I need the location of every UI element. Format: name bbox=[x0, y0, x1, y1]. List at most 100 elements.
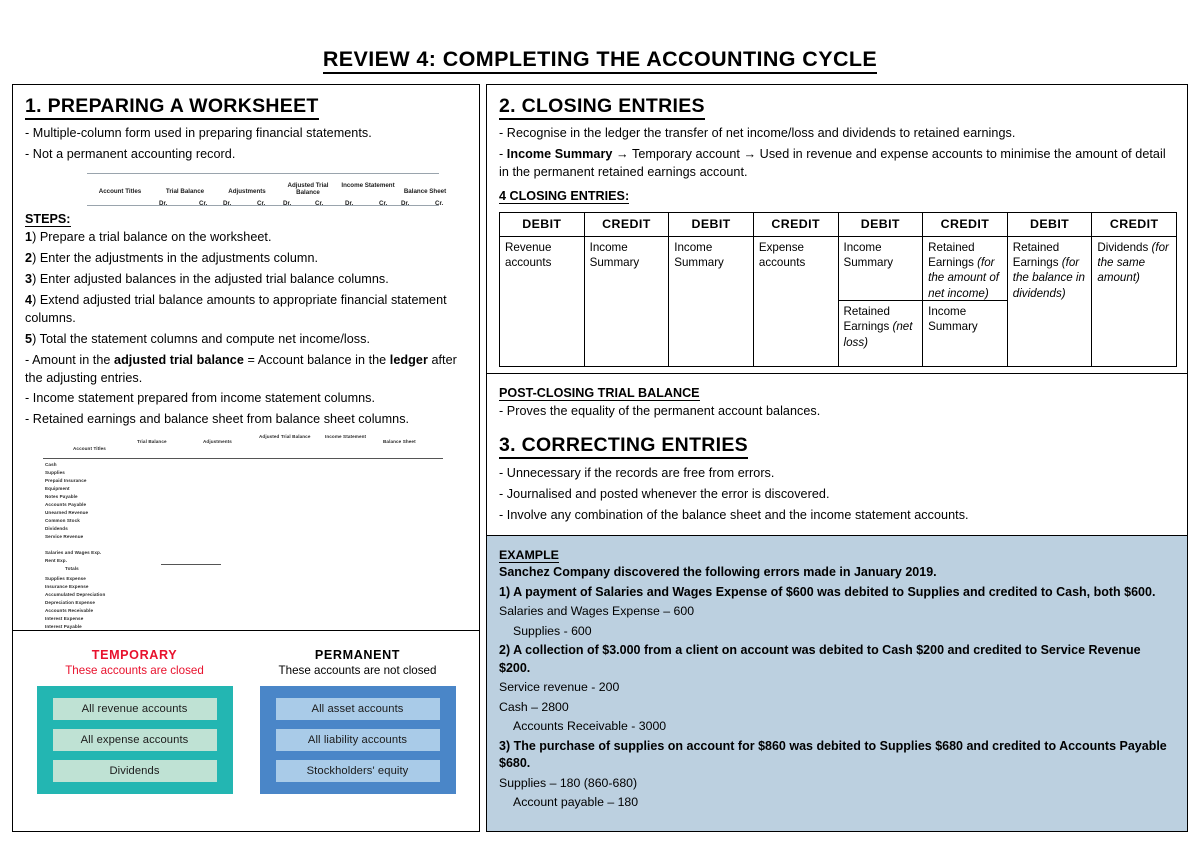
ws-fig-row: Dividends bbox=[45, 526, 68, 532]
cell-entry3-debit-net-loss: Retained Earnings (net loss) bbox=[843, 305, 913, 349]
table-header-row: DEBIT CREDIT DEBIT CREDIT DEBIT CREDIT D… bbox=[499, 212, 1177, 237]
col-header-debit-2: DEBIT bbox=[668, 212, 754, 237]
ws-fig-row: Notes Payable bbox=[45, 494, 78, 500]
ws-fig-row: Interest Payable bbox=[45, 624, 82, 630]
cell-entry2-credit: Expense accounts bbox=[752, 235, 839, 367]
example-intro: Sanchez Company discovered the following… bbox=[499, 565, 937, 580]
cell-entry4-debit: Retained Earnings (for the balance in di… bbox=[1006, 235, 1093, 367]
temporary-accounts-group: TEMPORARY These accounts are closed All … bbox=[36, 647, 233, 794]
ws-fig-row: Accumulated Depreciation bbox=[45, 592, 106, 598]
ws-dr-4: Dr. bbox=[345, 200, 354, 208]
ws-fig-row: Prepaid Insurance bbox=[45, 478, 87, 484]
ws-fig-row: Supplies Expense bbox=[45, 576, 86, 582]
step-5: 5) Total the statement columns and compu… bbox=[25, 331, 371, 346]
ws-fig-row: Depreciation Expense bbox=[45, 600, 95, 606]
ws-cr-4: Cr. bbox=[379, 200, 388, 208]
ws-group-trial-balance: Trial Balance bbox=[165, 188, 205, 196]
ws-group-balance-sheet: Balance Sheet bbox=[403, 188, 447, 196]
ws-fig-group-4: Income Statement bbox=[325, 434, 367, 440]
cell-entry3-credit-net-loss: Income Summary bbox=[928, 305, 978, 334]
post-closing-trial-balance-heading: POST-CLOSING TRIAL BALANCE bbox=[499, 385, 700, 401]
example-answer-line: Salaries and Wages Expense – 600 bbox=[499, 604, 695, 619]
section2-bullet-1: - Recognise in the ledger the transfer o… bbox=[499, 126, 1016, 141]
ws-fig-group-3: Adjusted Trial Balance bbox=[259, 434, 311, 440]
section3-bullet-1: - Unnecessary if the records are free fr… bbox=[499, 465, 775, 480]
step-4: 4) Extend adjusted trial balance amounts… bbox=[25, 293, 447, 325]
ws-cr-1: Cr. bbox=[199, 200, 208, 208]
ws-fig-row: Service Revenue bbox=[45, 534, 84, 540]
post-closing-trial-balance-text: - Proves the equality of the permanent a… bbox=[499, 403, 821, 418]
permanent-item-equity: Stockholders' equity bbox=[275, 760, 440, 782]
cell-entry4-credit: Dividends (for the same amount) bbox=[1091, 235, 1177, 367]
closing-entries-count-label: 4 CLOSING ENTRIES: bbox=[499, 189, 630, 205]
left-panel: 1. PREPARING A WORKSHEET - Multiple-colu… bbox=[12, 84, 480, 832]
example-box: EXAMPLE Sanchez Company discovered the f… bbox=[487, 536, 1187, 831]
section3-heading: 3. CORRECTING ENTRIES bbox=[499, 434, 748, 460]
ws-fig-row: Supplies bbox=[45, 470, 65, 476]
col-header-debit-4: DEBIT bbox=[1006, 212, 1093, 237]
temporary-item-expense: All expense accounts bbox=[52, 729, 217, 751]
ledger-note: - Amount in the adjusted trial balance =… bbox=[25, 352, 457, 385]
cell-entry2-debit: Income Summary bbox=[668, 235, 754, 367]
table-row: Revenue accounts Income Summary Income S… bbox=[499, 235, 1177, 367]
step-1: 1) Prepare a trial balance on the worksh… bbox=[25, 230, 272, 245]
correcting-entries-section: POST-CLOSING TRIAL BALANCE - Proves the … bbox=[487, 374, 1187, 537]
page-title: REVIEW 4: COMPLETING THE ACCOUNTING CYCL… bbox=[0, 0, 1200, 74]
col-header-credit-3: CREDIT bbox=[922, 212, 1008, 237]
section2-bullet-2: - Income Summary → Temporary account → U… bbox=[499, 147, 1166, 180]
ws-fig-row: Accounts Receivable bbox=[45, 608, 94, 614]
example-answer-line: Service revenue - 200 bbox=[499, 680, 620, 695]
example-answer-line: Cash – 2800 bbox=[499, 699, 569, 714]
cell-entry3-debit-net-income: Income Summary bbox=[838, 237, 923, 302]
section1-bullet-2: - Not a permanent accounting record. bbox=[25, 147, 236, 162]
section1-note-1: - Income statement prepared from income … bbox=[25, 391, 376, 406]
preparing-worksheet-section: 1. PREPARING A WORKSHEET - Multiple-colu… bbox=[13, 85, 479, 631]
ws-fig-row: Salaries and Wages Exp. bbox=[45, 550, 102, 556]
ws-fig-row: Rent Exp. bbox=[45, 558, 68, 564]
permanent-item-asset: All asset accounts bbox=[275, 698, 440, 720]
permanent-subtitle: These accounts are not closed bbox=[278, 664, 437, 678]
example-answer-line: Supplies – 180 (860-680) bbox=[499, 775, 638, 790]
step-2: 2) Enter the adjustments in the adjustme… bbox=[25, 251, 319, 266]
temporary-permanent-section: TEMPORARY These accounts are closed All … bbox=[13, 631, 479, 831]
cell-entry3-credit: Retained Earnings (for the amount of net… bbox=[922, 235, 1008, 367]
ws-cr-3: Cr. bbox=[315, 200, 324, 208]
cell-entry3-debit: Income Summary Retained Earnings (net lo… bbox=[837, 235, 924, 367]
temporary-item-revenue: All revenue accounts bbox=[52, 698, 217, 720]
permanent-item-liability: All liability accounts bbox=[275, 729, 440, 751]
temporary-item-dividends: Dividends bbox=[52, 760, 217, 782]
ws-cr-5: Cr. bbox=[435, 200, 444, 208]
ws-group-adjusted-trial-balance: Adjusted Trial Balance bbox=[287, 182, 329, 197]
ws-dr-2: Dr. bbox=[223, 200, 232, 208]
steps-label: STEPS: bbox=[25, 212, 71, 228]
section1-note-2: - Retained earnings and balance sheet fr… bbox=[25, 412, 410, 427]
ws-fig-row: Unearned Revenue bbox=[45, 510, 89, 516]
example-prompt-3: 3) The purchase of supplies on account f… bbox=[499, 738, 1167, 771]
ws-dr-5: Dr. bbox=[401, 200, 410, 208]
ws-fig-row: Interest Expense bbox=[45, 616, 84, 622]
section3-bullet-2: - Journalised and posted whenever the er… bbox=[499, 486, 830, 501]
ws-dr-3: Dr. bbox=[283, 200, 292, 208]
ws-fig-group-1: Trial Balance bbox=[137, 439, 167, 445]
col-header-debit-3: DEBIT bbox=[837, 212, 924, 237]
ws-fig-row: Insurance Expense bbox=[45, 584, 89, 590]
right-panel: 2. CLOSING ENTRIES - Recognise in the le… bbox=[486, 84, 1188, 832]
example-answer-line: Account payable – 180 bbox=[513, 795, 639, 810]
ws-fig-row: Common Stock bbox=[45, 518, 80, 524]
ws-fig-row: Accounts Payable bbox=[45, 502, 87, 508]
col-header-credit-1: CREDIT bbox=[583, 212, 670, 237]
section1-bullet-1: - Multiple-column form used in preparing… bbox=[25, 126, 372, 141]
ws-fig-row: Cash bbox=[45, 462, 57, 468]
example-prompt-1: 1) A payment of Salaries and Wages Expen… bbox=[499, 584, 1156, 599]
permanent-title: PERMANENT bbox=[314, 648, 401, 662]
col-header-credit-4: CREDIT bbox=[1091, 212, 1177, 237]
closing-entries-section: 2. CLOSING ENTRIES - Recognise in the le… bbox=[487, 85, 1187, 374]
col-header-debit-1: DEBIT bbox=[499, 212, 585, 237]
permanent-box: All asset accounts All liability account… bbox=[259, 686, 456, 794]
ws-account-titles: Account Titles bbox=[98, 188, 142, 196]
temporary-box: All revenue accounts All expense account… bbox=[36, 686, 233, 794]
cell-entry1-debit: Revenue accounts bbox=[499, 235, 585, 367]
ws-fig-account-titles: Account Titles bbox=[73, 446, 106, 452]
cell-entry3-credit-net-income: Retained Earnings (for the amount of net… bbox=[923, 237, 1007, 302]
ws-group-income-statement: Income Statement bbox=[341, 182, 395, 190]
